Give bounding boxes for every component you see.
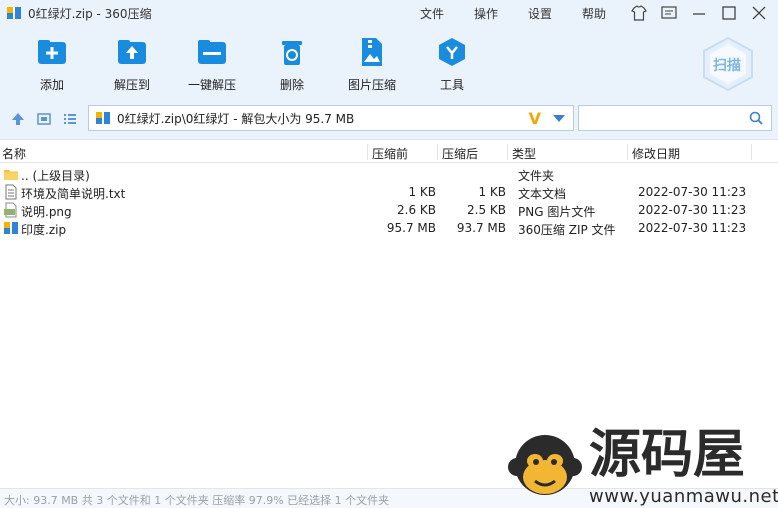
col-type[interactable]: 类型 <box>512 145 536 162</box>
add-archive-icon <box>36 36 68 68</box>
list-view-icon[interactable] <box>62 111 78 127</box>
search-icon[interactable] <box>749 111 763 125</box>
feedback-icon[interactable] <box>658 3 680 23</box>
text-file-icon <box>3 184 19 200</box>
col-after[interactable]: 压缩后 <box>442 145 478 162</box>
one-click-extract-button[interactable]: 一键解压 <box>172 36 252 93</box>
col-before[interactable]: 压缩前 <box>372 145 408 162</box>
zip-app-icon <box>6 5 22 21</box>
menu-settings[interactable]: 设置 <box>528 5 552 22</box>
menu-help[interactable]: 帮助 <box>582 5 606 22</box>
col-divider[interactable] <box>437 144 438 160</box>
address-path: 0红绿灯.zip\0红绿灯 - 解包大小为 95.7 MB <box>117 111 355 126</box>
nav-icons <box>10 111 88 127</box>
watermark: 源码屋 www.yuanmawu.net <box>505 425 778 508</box>
window-controls <box>620 3 770 23</box>
delete-button[interactable]: 删除 <box>252 36 332 93</box>
tools-icon <box>436 36 468 68</box>
list-item[interactable]: .. (上级目录) 文件夹 <box>0 165 778 183</box>
address-row: 0红绿灯.zip\0红绿灯 - 解包大小为 95.7 MB V <box>0 98 778 140</box>
list-item[interactable]: 环境及简单说明.txt 1 KB 1 KB 文本文档 2022-07-30 11… <box>0 183 778 201</box>
col-divider[interactable] <box>627 144 628 160</box>
zip-archive-icon <box>95 110 111 126</box>
tools-button[interactable]: 工具 <box>412 36 492 93</box>
file-list: .. (上级目录) 文件夹 环境及简单说明.txt 1 KB 1 KB 文本文档… <box>0 165 778 237</box>
folder-icon <box>3 166 19 182</box>
delete-icon <box>276 36 308 68</box>
image-compress-button[interactable]: 图片压缩 <box>332 36 412 93</box>
close-icon[interactable] <box>748 3 770 23</box>
minimize-icon[interactable] <box>688 3 710 23</box>
col-divider[interactable] <box>751 144 752 160</box>
up-arrow-icon[interactable] <box>10 111 26 127</box>
col-divider[interactable] <box>507 144 508 160</box>
toolbar: 添加 解压到 一键解压 删除 图片压缩 工具 扫描 <box>0 26 778 98</box>
zip-file-icon <box>3 220 19 236</box>
column-header: 名称 压缩前 压缩后 类型 修改日期 <box>0 141 778 163</box>
col-name[interactable]: 名称 <box>2 145 26 162</box>
v-logo-icon[interactable]: V <box>529 109 541 128</box>
list-item[interactable]: 印度.zip 95.7 MB 93.7 MB 360压缩 ZIP 文件 2022… <box>0 219 778 237</box>
address-bar[interactable]: 0红绿灯.zip\0红绿灯 - 解包大小为 95.7 MB V <box>88 105 574 131</box>
watermark-url: www.yuanmawu.net <box>589 486 778 507</box>
menu-bar: 文件 操作 设置 帮助 <box>420 0 636 26</box>
list-item[interactable]: 说明.png 2.6 KB 2.5 KB PNG 图片文件 2022-07-30… <box>0 201 778 219</box>
chevron-down-icon[interactable] <box>553 115 565 122</box>
skin-shirt-icon[interactable] <box>628 3 650 23</box>
watermark-title: 源码屋 <box>589 425 746 485</box>
status-text: 大小: 93.7 MB 共 3 个文件和 1 个文件夹 压缩率 97.9% 已经… <box>4 494 390 507</box>
extract-to-icon <box>116 36 148 68</box>
search-input[interactable] <box>578 105 772 131</box>
png-file-icon <box>3 202 19 218</box>
add-button[interactable]: 添加 <box>12 36 92 93</box>
window-title: 0红绿灯.zip - 360压缩 <box>28 6 152 21</box>
scan-label: 扫描 <box>713 58 741 74</box>
one-click-extract-icon <box>196 36 228 68</box>
thumbnail-view-icon[interactable] <box>36 111 52 127</box>
monkey-logo-icon <box>508 435 582 495</box>
menu-operate[interactable]: 操作 <box>474 5 498 22</box>
extract-to-button[interactable]: 解压到 <box>92 36 172 93</box>
menu-file[interactable]: 文件 <box>420 5 444 22</box>
col-divider[interactable] <box>367 144 368 160</box>
col-modified[interactable]: 修改日期 <box>632 145 680 162</box>
scan-button[interactable]: 扫描 <box>700 36 756 92</box>
image-compress-icon <box>356 36 388 68</box>
maximize-icon[interactable] <box>718 3 740 23</box>
